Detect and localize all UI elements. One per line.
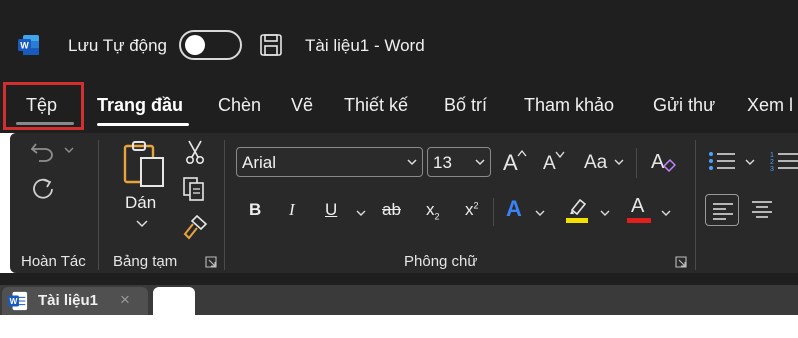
text-effects-button[interactable]: A <box>506 196 522 222</box>
document-tab-label: Tài liệu1 <box>38 292 99 309</box>
font-size-combobox[interactable]: 13 <box>427 147 491 177</box>
document-tab[interactable]: W Tài liệu1 × <box>2 287 148 315</box>
paste-label[interactable]: Dán <box>125 193 156 213</box>
clear-formatting-icon[interactable]: A <box>650 148 676 176</box>
bullets-icon[interactable] <box>708 150 736 172</box>
group-separator <box>98 140 99 270</box>
clipboard-group-label: Bảng tạm <box>113 253 178 270</box>
close-icon[interactable]: × <box>120 290 130 310</box>
align-left-button[interactable] <box>705 194 739 226</box>
italic-button[interactable]: I <box>289 200 295 220</box>
chevron-down-icon[interactable] <box>535 209 545 217</box>
paste-dropdown-chevron-icon[interactable] <box>136 220 148 228</box>
ribbon-bottom-strip <box>0 273 798 285</box>
font-group-label: Phông chữ <box>404 253 478 270</box>
undo-icon[interactable] <box>30 140 56 162</box>
font-separator <box>493 198 494 226</box>
strikethrough-button[interactable]: ab <box>382 200 401 220</box>
font-size-value: 13 <box>433 153 452 172</box>
underline-button[interactable]: U <box>325 200 337 220</box>
svg-text:W: W <box>10 297 18 306</box>
redo-icon[interactable] <box>30 176 56 202</box>
bold-button[interactable]: B <box>249 200 261 220</box>
footer-area <box>0 315 798 338</box>
svg-text:1: 1 <box>770 152 774 159</box>
chevron-down-icon[interactable] <box>661 209 671 217</box>
undo-group-label: Hoàn Tác <box>21 253 86 270</box>
grow-font-caret-icon <box>517 149 527 157</box>
subscript-button[interactable]: x2 <box>426 200 440 221</box>
font-color-button[interactable]: A <box>631 195 644 218</box>
superscript-button[interactable]: x2 <box>465 200 479 220</box>
clipboard-dialog-launcher-icon[interactable] <box>205 256 217 268</box>
tab-design[interactable]: Thiết kế <box>344 95 408 116</box>
group-separator <box>695 140 696 270</box>
highlight-color-icon[interactable] <box>564 196 590 224</box>
subscript-x: x <box>426 200 435 219</box>
font-separator <box>636 148 637 178</box>
tab-references[interactable]: Tham khảo <box>524 95 614 116</box>
chevron-down-icon[interactable] <box>614 158 624 166</box>
document-title: Tài liệu1 - Word <box>305 36 425 55</box>
chevron-down-icon[interactable] <box>600 209 610 217</box>
chevron-down-icon <box>407 159 417 166</box>
autosave-label: Lưu Tự động <box>68 36 168 55</box>
active-tab-indicator <box>97 123 189 126</box>
font-dialog-launcher-icon[interactable] <box>675 256 687 268</box>
copy-icon[interactable] <box>182 176 206 202</box>
shrink-font-caret-icon <box>555 151 565 158</box>
new-tab-button[interactable] <box>153 287 195 315</box>
chevron-down-icon <box>475 159 485 166</box>
svg-text:3: 3 <box>770 166 774 172</box>
shrink-font-button[interactable]: A <box>543 153 556 175</box>
chevron-down-icon[interactable] <box>745 158 755 166</box>
word-document-icon: W <box>8 291 28 311</box>
undo-dropdown-chevron-icon[interactable] <box>64 146 74 154</box>
tab-home[interactable]: Trang đầu <box>97 95 183 116</box>
tab-insert[interactable]: Chèn <box>218 95 261 116</box>
group-separator <box>224 140 225 270</box>
scissors-icon[interactable] <box>184 139 206 165</box>
tab-mailings[interactable]: Gửi thư <box>653 95 715 116</box>
file-tab-highlight-box <box>3 82 84 130</box>
superscript-x: x <box>465 200 474 219</box>
align-center-icon[interactable] <box>751 200 773 218</box>
clipboard-paste-icon[interactable] <box>123 140 167 188</box>
subscript-mark: 2 <box>434 211 440 222</box>
underline-chevron-icon[interactable] <box>356 209 366 217</box>
svg-text:A: A <box>651 151 665 173</box>
font-color-swatch <box>627 218 651 223</box>
numbering-icon[interactable]: 1 2 3 <box>770 150 798 172</box>
tab-layout[interactable]: Bố trí <box>444 95 487 116</box>
word-app-icon: W <box>18 35 39 55</box>
save-icon[interactable] <box>259 33 283 57</box>
toggle-knob <box>185 35 205 55</box>
change-case-button[interactable]: Aa <box>584 152 607 174</box>
svg-text:2: 2 <box>770 159 774 166</box>
superscript-mark: 2 <box>473 200 479 211</box>
font-name-value: Arial <box>242 153 277 172</box>
format-painter-icon[interactable] <box>181 214 209 240</box>
align-left-icon <box>713 203 733 220</box>
grow-font-button[interactable]: A <box>503 150 518 176</box>
font-name-combobox[interactable]: Arial <box>236 147 423 177</box>
autosave-toggle[interactable] <box>179 30 242 60</box>
tab-draw[interactable]: Vẽ <box>291 95 313 116</box>
tab-view[interactable]: Xem l <box>747 95 793 116</box>
svg-text:W: W <box>20 41 29 51</box>
